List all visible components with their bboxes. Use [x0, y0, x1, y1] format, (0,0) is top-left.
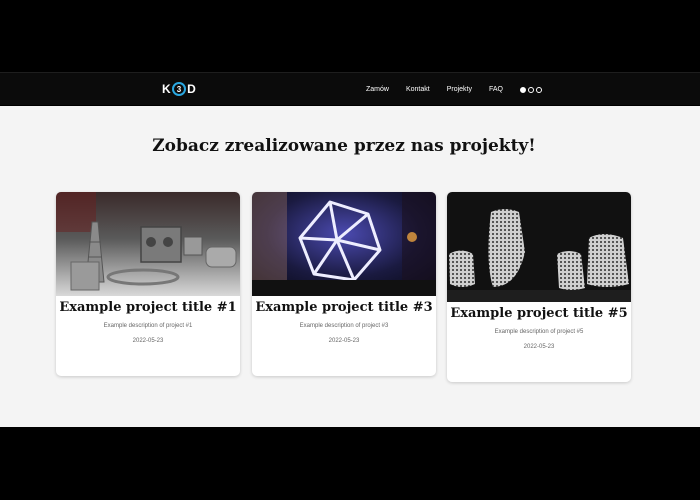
project-description-5: Example description of project #5 [494, 329, 584, 335]
project-card-5[interactable]: Example project title #5 Example descrip… [447, 192, 631, 382]
site-logo[interactable]: K 3 D [162, 81, 196, 97]
social-links [520, 86, 542, 93]
project-date-1: 2022-05-23 [132, 338, 164, 344]
project-image-3 [252, 192, 436, 296]
bottom-letterbox [0, 427, 700, 500]
project-title-1: Example project title #1 [59, 300, 237, 315]
project-title-3: Example project title #3 [255, 300, 433, 315]
nav-link-zamow[interactable]: Zamów [366, 86, 389, 93]
project-description-3: Example description of project #3 [299, 323, 389, 329]
project-image-1 [56, 192, 240, 296]
nav-link-kontakt[interactable]: Kontakt [406, 86, 430, 93]
logo-d: D [187, 82, 197, 96]
project-title-5: Example project title #5 [450, 306, 628, 321]
section-heading: Zobacz zrealizowane przez nas projekty! [152, 136, 536, 156]
page-frame: K 3 D Zamów Kontakt Projekty FAQ Zobacz … [0, 0, 700, 500]
nav-links: Zamów Kontakt Projekty FAQ [366, 73, 542, 106]
project-description-1: Example description of project #1 [103, 323, 193, 329]
navbar: K 3 D Zamów Kontakt Projekty FAQ [0, 72, 700, 105]
nav-link-projekty[interactable]: Projekty [447, 86, 472, 93]
project-date-5: 2022-05-23 [523, 344, 555, 350]
facebook-icon[interactable] [520, 86, 526, 93]
project-card-1[interactable]: Example project title #1 Example descrip… [56, 192, 240, 376]
nav-link-faq[interactable]: FAQ [489, 86, 503, 93]
messenger-icon[interactable] [528, 86, 534, 93]
project-image-5 [447, 192, 631, 302]
project-date-3: 2022-05-23 [328, 338, 360, 344]
instagram-icon[interactable] [536, 86, 542, 93]
project-card-3[interactable]: Example project title #3 Example descrip… [252, 192, 436, 376]
projects-section: Zobacz zrealizowane przez nas projekty! [0, 106, 700, 427]
logo-k: K [162, 82, 172, 96]
logo-ring: 3 [172, 82, 187, 96]
